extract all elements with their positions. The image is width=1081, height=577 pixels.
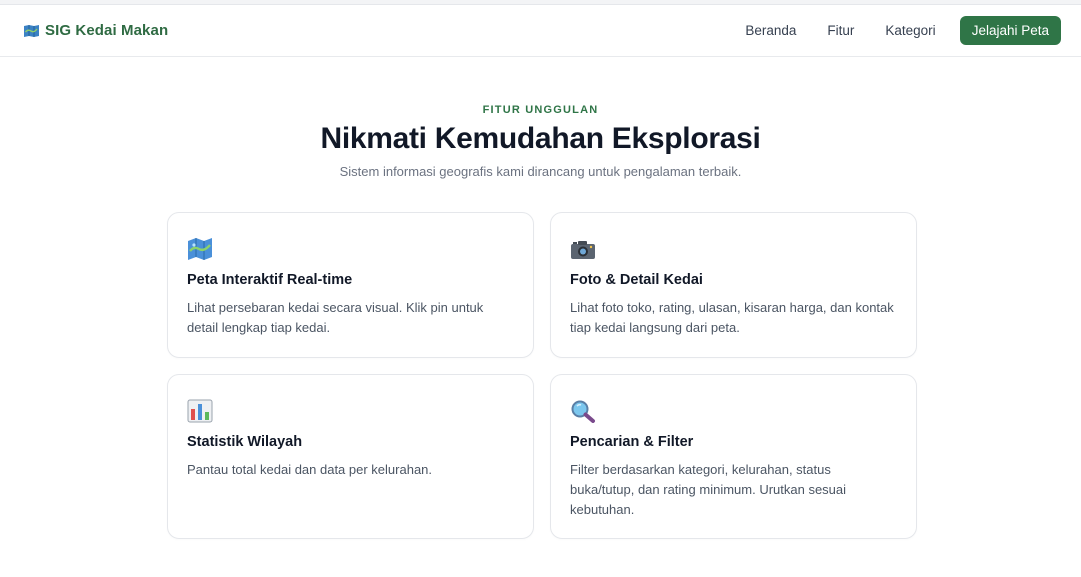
features-grid: Peta Interaktif Real-time Lihat persebar… xyxy=(167,212,917,539)
section-title: Nikmati Kemudahan Eksplorasi xyxy=(320,122,761,155)
section-subtitle: Sistem informasi geografis kami dirancan… xyxy=(339,164,742,179)
nav-link-fitur[interactable]: Fitur xyxy=(827,23,854,38)
feature-card-search: Pencarian & Filter Filter berdasarkan ka… xyxy=(550,374,917,539)
bar-chart-icon xyxy=(187,399,213,423)
map-icon xyxy=(24,24,39,37)
features-hero: FITUR UNGGULAN Nikmati Kemudahan Eksplor… xyxy=(0,104,1081,179)
map-icon xyxy=(188,238,212,260)
feature-title: Pencarian & Filter xyxy=(570,434,694,450)
feature-title: Foto & Detail Kedai xyxy=(570,272,703,288)
explore-map-button[interactable]: Jelajahi Peta xyxy=(959,16,1061,45)
nav-link-beranda[interactable]: Beranda xyxy=(745,23,796,38)
feature-description: Filter berdasarkan kategori, kelurahan, … xyxy=(570,462,847,517)
feature-card-map: Peta Interaktif Real-time Lihat persebar… xyxy=(167,212,534,358)
navbar: SIG Kedai Makan Beranda Fitur Kategori J… xyxy=(0,5,1081,57)
brand-logo[interactable]: SIG Kedai Makan xyxy=(24,22,168,39)
feature-card-statistics: Statistik Wilayah Pantau total kedai dan… xyxy=(167,374,534,539)
feature-description: Pantau total kedai dan data per keluraha… xyxy=(187,462,433,477)
feature-title: Statistik Wilayah xyxy=(187,434,303,450)
brand-name: SIG Kedai Makan xyxy=(45,22,169,39)
feature-description: Lihat persebaran kedai secara visual. Kl… xyxy=(187,300,484,335)
feature-card-photo: Foto & Detail Kedai Lihat foto toko, rat… xyxy=(550,212,917,358)
magnifier-icon xyxy=(571,400,595,423)
main-nav: Beranda Fitur Kategori Jelajahi Peta xyxy=(745,16,1061,45)
feature-title: Peta Interaktif Real-time xyxy=(187,272,353,288)
nav-link-kategori[interactable]: Kategori xyxy=(885,23,935,38)
section-eyebrow: FITUR UNGGULAN xyxy=(482,104,599,116)
camera-icon xyxy=(571,241,595,259)
feature-description: Lihat foto toko, rating, ulasan, kisaran… xyxy=(570,300,894,335)
